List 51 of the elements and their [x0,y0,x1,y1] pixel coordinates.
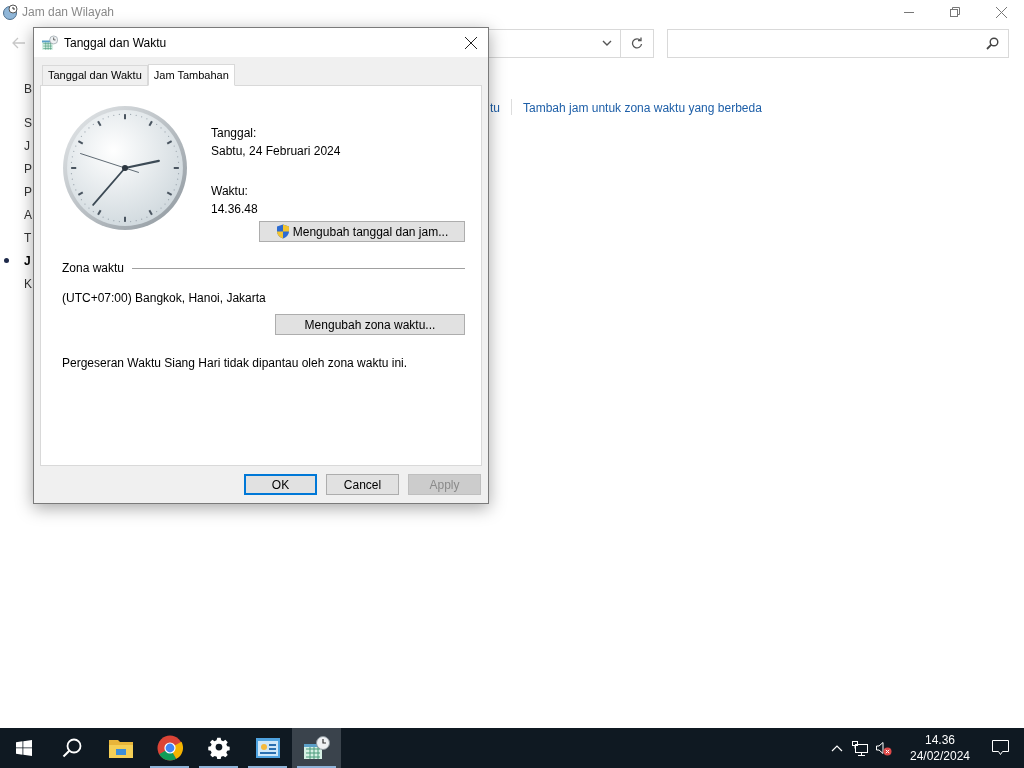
calendar-clock-icon [303,736,330,760]
change-date-time-button[interactable]: Mengubah tanggal dan jam... [259,221,465,242]
dialog-button[interactable]: Cancel [326,474,399,495]
change-timezone-button[interactable]: Mengubah zona waktu... [275,314,465,335]
panel-window-icon [255,738,280,758]
sidebar-link[interactable]: K [24,274,32,293]
dst-note: Pergeseran Waktu Siang Hari tidak dipantau oleh zona waktu ini. [62,355,409,372]
minimize-icon [904,11,914,13]
tab[interactable]: Jam Tambahan [147,64,235,86]
sidebar-link[interactable]: P [24,159,32,178]
taskbar-app-button[interactable] [292,728,341,768]
time-label: Waktu: [211,183,249,200]
tab[interactable]: Tanggal dan Waktu [42,65,148,85]
dialog-button[interactable]: OK [244,474,317,495]
notification-icon [991,740,1009,756]
browser-icon [156,735,183,761]
tray-date[interactable]: 24/02/2024 [909,748,971,764]
sidebar-link[interactable]: J [24,251,31,270]
close-icon [465,36,477,49]
timezone-value: (UTC+07:00) Bangkok, Hanoi, Jakarta [62,290,267,307]
window-title: Jam dan Wilayah [22,4,115,21]
windows-icon [16,740,32,756]
chevron-up-icon[interactable] [831,744,843,752]
refresh-button[interactable] [621,28,654,58]
refresh-icon [631,37,643,49]
sidebar-link[interactable]: S [24,113,32,132]
section-heading: Zona waktu [62,260,125,277]
sidebar-link[interactable]: A [24,205,32,224]
close-icon [995,6,1007,18]
time-value: 14.36.48 [211,201,259,218]
sidebar-link[interactable]: T [24,228,32,247]
speaker-muted-icon[interactable] [876,740,892,756]
tray-time[interactable]: 14.36 [925,732,955,748]
task-link[interactable]: tu [490,99,500,117]
search-field[interactable] [667,28,1009,58]
shield-icon [275,224,290,239]
restore-icon [950,7,960,17]
folder-icon [108,738,133,758]
calendar-clock-icon [42,34,58,51]
chevron-down-icon [602,40,612,46]
network-icon[interactable] [852,740,868,756]
sidebar-heading: B [24,81,33,98]
dialog-title: Tanggal dan Waktu [64,34,167,52]
sidebar-link[interactable]: J [24,136,30,155]
date-value: Sabtu, 24 Februari 2024 [211,143,341,160]
sidebar-link[interactable]: P [24,182,32,201]
search-icon [986,36,999,50]
task-link[interactable]: Tambah jam untuk zona waktu yang berbeda [523,99,762,117]
date-label: Tanggal: [211,125,258,142]
gear-icon [207,737,230,759]
search-icon [62,738,82,758]
